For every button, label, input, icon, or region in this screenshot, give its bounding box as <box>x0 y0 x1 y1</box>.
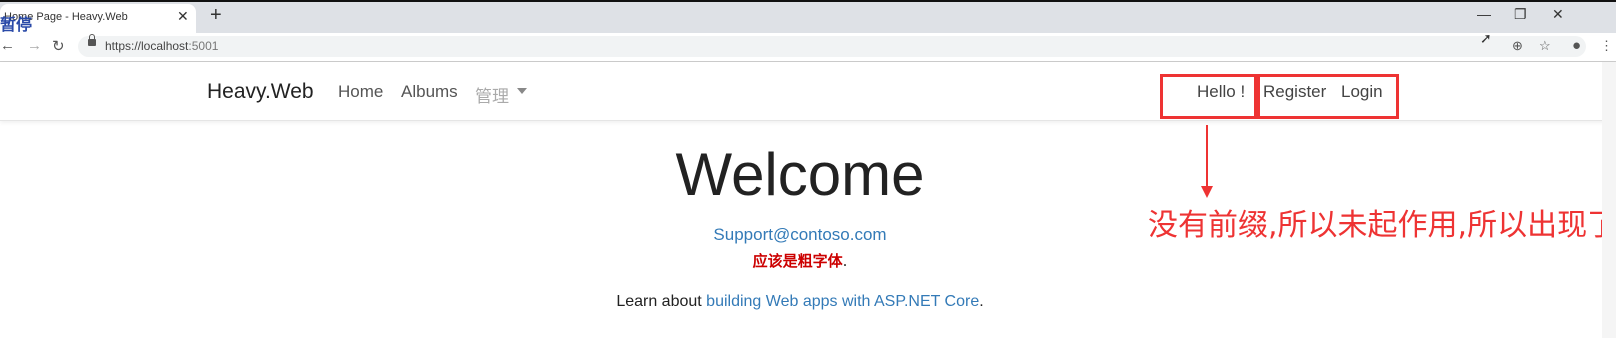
register-link[interactable]: Register <box>1263 82 1326 102</box>
tab-close-icon[interactable]: ✕ <box>177 8 189 25</box>
paused-label: 暂停 <box>0 15 33 34</box>
support-email-link[interactable]: Support@contoso.com <box>0 225 1600 245</box>
nav-home[interactable]: Home <box>338 82 383 102</box>
page-title: Welcome <box>675 141 925 208</box>
url-port: :5001 <box>188 39 219 53</box>
menu-icon[interactable]: ⋮ <box>1600 38 1613 54</box>
bold-font-note: 应该是粗字体. <box>0 250 1600 271</box>
forward-icon[interactable]: → <box>27 37 42 54</box>
nav-albums[interactable]: Albums <box>401 82 458 102</box>
login-link[interactable]: Login <box>1341 82 1383 102</box>
minimize-icon[interactable]: — <box>1477 6 1491 22</box>
learn-prefix: Learn about <box>616 293 707 310</box>
bold-note-period: . <box>842 252 848 270</box>
back-icon[interactable]: ← <box>0 37 15 54</box>
lock-icon[interactable] <box>88 34 96 46</box>
site-brand[interactable]: Heavy.Web <box>207 80 314 104</box>
reload-icon[interactable]: ↻ <box>52 37 65 55</box>
star-icon[interactable]: ☆ <box>1539 38 1551 54</box>
address-bar[interactable] <box>78 36 1586 57</box>
scrollbar[interactable] <box>1602 62 1616 338</box>
learn-about-line: Learn about building Web apps with ASP.N… <box>0 293 1600 311</box>
hello-text: Hello ! <box>1197 82 1246 101</box>
restore-icon[interactable]: ❐ <box>1514 6 1527 23</box>
url-host: https://localhost <box>105 39 189 53</box>
zoom-icon[interactable]: ⊕ <box>1512 38 1523 54</box>
new-tab-button[interactable]: + <box>210 4 222 27</box>
tab-strip <box>0 0 1616 33</box>
aspnet-docs-link[interactable]: building Web apps with ASP.NET Core <box>706 293 979 310</box>
nav-management-dropdown[interactable]: 管理 <box>475 82 509 107</box>
close-window-icon[interactable]: ✕ <box>1552 6 1564 23</box>
url-text[interactable]: https://localhost:5001 <box>105 39 218 53</box>
profile-icon[interactable]: ● <box>1572 37 1581 54</box>
bold-note-text: 应该是粗字体 <box>752 252 843 270</box>
mouse-cursor-icon: ➚ <box>1480 30 1492 46</box>
learn-suffix: . <box>979 293 984 310</box>
caret-down-icon[interactable] <box>517 88 527 94</box>
